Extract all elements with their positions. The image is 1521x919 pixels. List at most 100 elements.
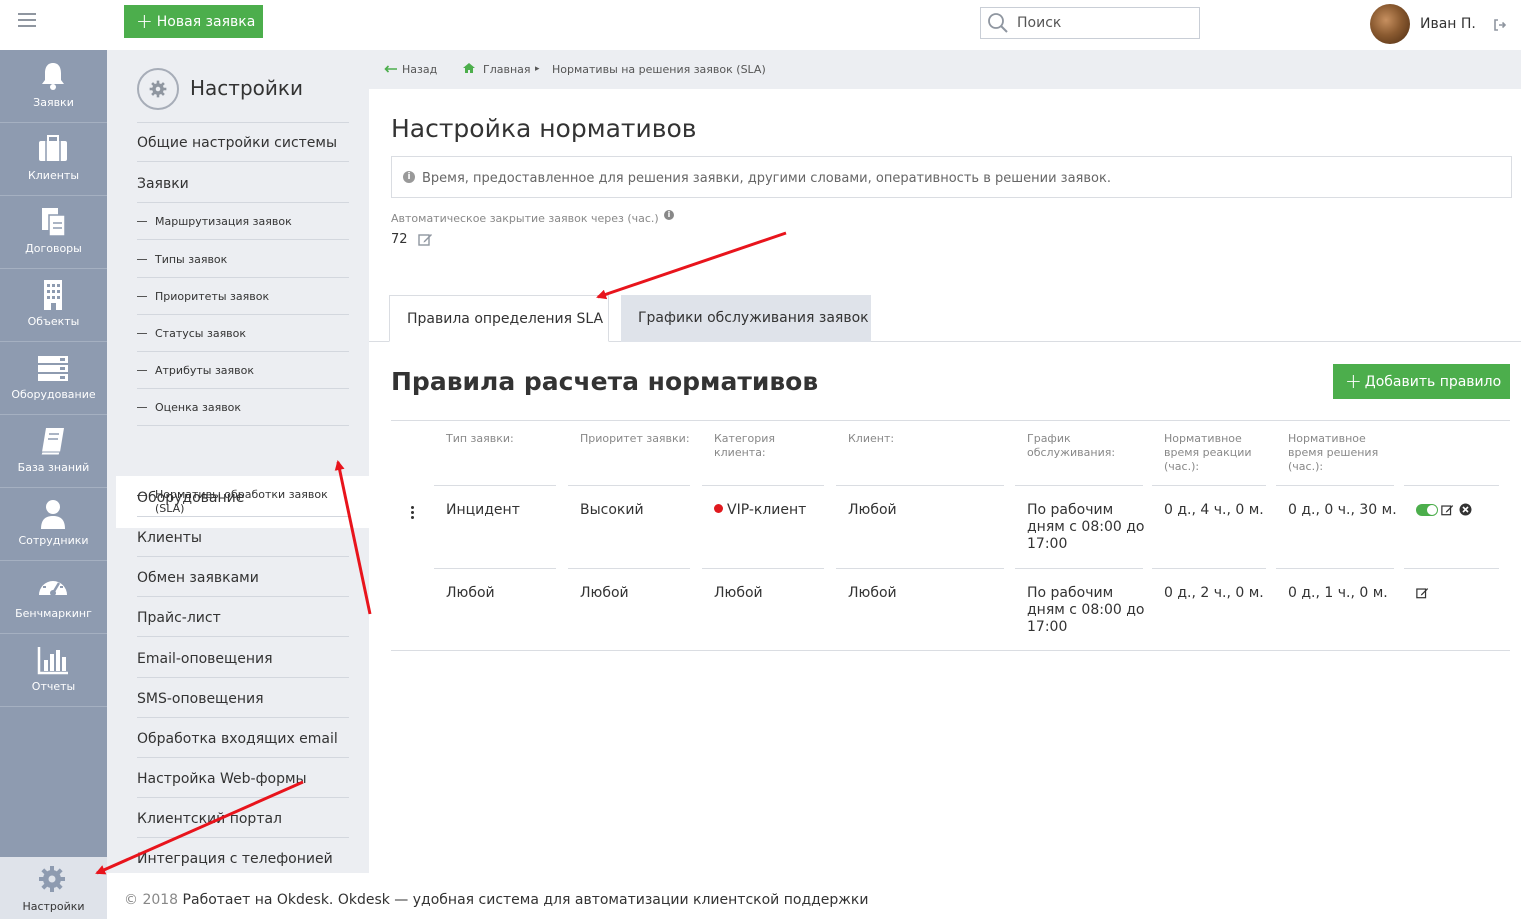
cell-border: [836, 485, 1004, 486]
submenu-item-statuses[interactable]: Статусы заявок: [137, 315, 349, 352]
submenu-item-price-list[interactable]: Прайс-лист: [137, 599, 349, 637]
submenu-item-web-form[interactable]: Настройка Web-формы: [137, 759, 349, 798]
new-request-button[interactable]: + Новая заявка: [124, 5, 263, 38]
add-rule-button[interactable]: + Добавить правило: [1333, 364, 1510, 399]
column-header: Нормативное время реакции (час.):: [1164, 432, 1252, 473]
edit-icon[interactable]: [1441, 503, 1454, 516]
table-cell: Любой: [848, 502, 897, 518]
table-top-border: [391, 420, 1510, 421]
submenu-item-email-notifications[interactable]: Email-оповещения: [137, 639, 349, 678]
cell-border: [568, 485, 690, 486]
nav-item-equipment[interactable]: Оборудование: [0, 342, 107, 415]
settings-circle: [137, 68, 179, 110]
table-cell: 0 д., 1 ч., 0 м.: [1288, 585, 1388, 601]
tab-service-schedules[interactable]: Графики обслуживания заявок: [621, 295, 871, 342]
auto-close-value: 72: [391, 232, 408, 247]
info-box: i Время, предоставленное для решения зая…: [391, 156, 1512, 198]
submenu-item-client-portal[interactable]: Клиентский портал: [137, 799, 349, 838]
table-cell: Высокий: [580, 502, 644, 518]
nav-item-settings[interactable]: Настройки: [0, 857, 107, 919]
gauge-icon: [39, 577, 67, 596]
nav-item-knowledge-base[interactable]: База знаний: [0, 415, 107, 488]
nav-item-contracts[interactable]: Договоры: [0, 196, 107, 269]
breadcrumb-current: Нормативы на решения заявок (SLA): [552, 63, 766, 76]
nav-label: Настройки: [22, 900, 85, 913]
column-header: График обслуживания:: [1027, 432, 1116, 459]
category-label: VIP-клиент: [727, 502, 807, 518]
top-bar: +Новая заявка Иван П.: [0, 0, 1521, 50]
rule-toggle[interactable]: [1416, 504, 1438, 516]
breadcrumb-separator: ▸: [535, 64, 540, 74]
back-arrow-icon: [384, 65, 397, 73]
row-menu-icon[interactable]: [409, 506, 415, 522]
logout-icon[interactable]: [1493, 18, 1507, 32]
nav-item-reports[interactable]: Отчеты: [0, 634, 107, 707]
page-title: Настройка нормативов: [391, 114, 697, 143]
table-cell: По рабочим дням с 08:00 до 17:00: [1027, 585, 1145, 635]
tab-sla-rules[interactable]: Правила определения SLA: [389, 295, 609, 342]
user-name[interactable]: Иван П.: [1420, 16, 1476, 32]
table-cell: Любой: [580, 585, 629, 601]
info-icon[interactable]: i: [664, 210, 674, 220]
nav-item-requests[interactable]: Заявки: [0, 50, 107, 123]
table-cell: Любой: [848, 585, 897, 601]
gear-icon: [149, 80, 167, 98]
auto-close-label: Автоматическое закрытие заявок через (ча…: [391, 212, 659, 225]
breadcrumb-home[interactable]: Главная: [483, 63, 531, 76]
nav-label: Объекты: [27, 315, 80, 328]
cell-border: [1015, 568, 1143, 569]
submenu-item-types[interactable]: Типы заявок: [137, 241, 349, 278]
cell-border: [702, 568, 824, 569]
column-header: Нормативное время решения (час.):: [1288, 432, 1379, 473]
edit-icon[interactable]: [1416, 586, 1429, 599]
table-cell: 0 д., 4 ч., 0 м.: [1164, 502, 1264, 518]
footer-copyright: © 2018: [124, 892, 179, 908]
submenu-item-clients[interactable]: Клиенты: [137, 519, 349, 557]
info-text: Время, предоставленное для решения заявк…: [422, 171, 1111, 186]
hamburger-menu-icon[interactable]: [18, 13, 36, 27]
column-header: Категория клиента:: [714, 432, 775, 459]
submenu-item-requests[interactable]: Заявки: [137, 164, 349, 203]
nav-label: Бенчмаркинг: [15, 607, 92, 620]
submenu-item-rating[interactable]: Оценка заявок: [137, 389, 349, 426]
bar-chart-icon: [37, 647, 68, 675]
nav-item-clients[interactable]: Клиенты: [0, 123, 107, 196]
table-bottom-border: [391, 650, 1510, 651]
home-icon: [463, 63, 475, 73]
table-cell: VIP-клиент: [714, 502, 806, 519]
submenu-item-incoming-email[interactable]: Обработка входящих email: [137, 719, 349, 758]
search-box[interactable]: [980, 7, 1200, 39]
breadcrumb-back[interactable]: Назад: [402, 63, 437, 76]
column-header: Тип заявки:: [446, 432, 514, 445]
submenu-item-routing[interactable]: Маршрутизация заявок: [137, 203, 349, 240]
submenu-item-sms-notifications[interactable]: SMS-оповещения: [137, 679, 349, 718]
submenu-item-priorities[interactable]: Приоритеты заявок: [137, 278, 349, 315]
table-cell: 0 д., 0 ч., 30 м.: [1288, 502, 1397, 518]
submenu-item-telephony[interactable]: Интеграция с телефонией: [137, 839, 349, 873]
cell-border: [836, 568, 1004, 569]
cell-border: [434, 485, 556, 486]
submenu-item-general[interactable]: Общие настройки системы: [137, 124, 349, 162]
nav-label: Клиенты: [27, 169, 80, 182]
add-rule-label: Добавить правило: [1364, 374, 1502, 390]
avatar[interactable]: [1370, 4, 1410, 44]
briefcase-icon: [39, 135, 67, 161]
submenu-item-exchange[interactable]: Обмен заявками: [137, 559, 349, 597]
delete-icon[interactable]: [1459, 503, 1472, 516]
cell-border: [1276, 568, 1394, 569]
nav-item-employees[interactable]: Сотрудники: [0, 488, 107, 561]
user-icon: [41, 500, 65, 529]
documents-icon: [42, 208, 66, 237]
nav-item-benchmarking[interactable]: Бенчмаркинг: [0, 561, 107, 634]
edit-icon[interactable]: [418, 232, 433, 246]
nav-item-objects[interactable]: Объекты: [0, 269, 107, 342]
cell-border: [1152, 485, 1266, 486]
nav-label: Договоры: [25, 242, 82, 255]
main-nav: Заявки Клиенты Договоры Объекты Оборудов…: [0, 50, 107, 919]
breadcrumb: Назад Главная ▸ Нормативы на решения зая…: [369, 50, 1521, 89]
submenu-item-equipment[interactable]: Оборудование: [137, 479, 349, 517]
table-cell: По рабочим дням с 08:00 до 17:00: [1027, 502, 1145, 552]
submenu-item-attributes[interactable]: Атрибуты заявок: [137, 352, 349, 389]
search-input[interactable]: [1017, 13, 1192, 33]
vip-dot-icon: [714, 504, 723, 513]
